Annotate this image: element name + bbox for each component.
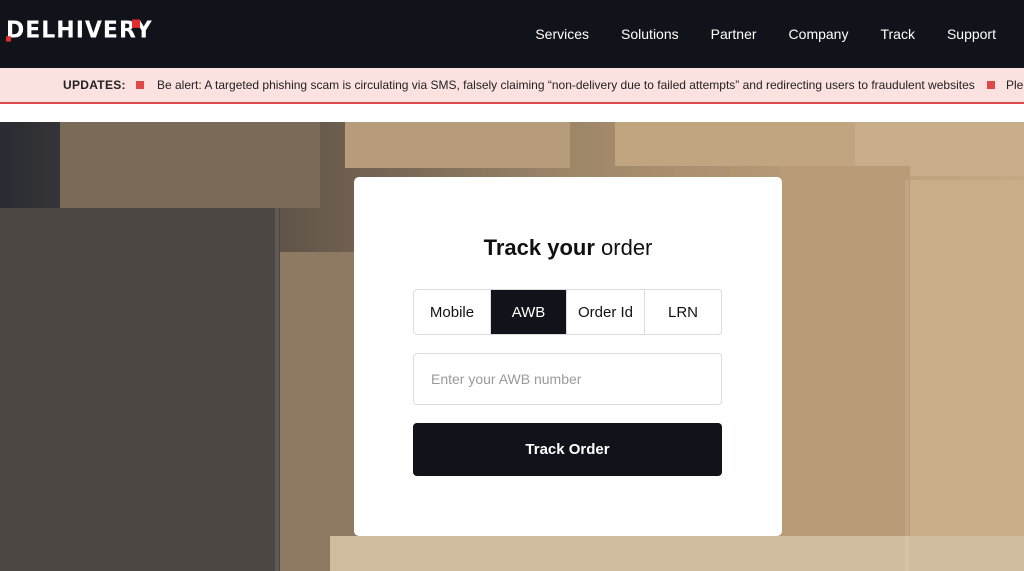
nav-partner[interactable]: Partner: [711, 26, 757, 42]
updates-label: UPDATES:: [63, 78, 126, 92]
ticker-bullet-icon: [136, 81, 144, 89]
site-header: DELHIVERY Services Solutions Partner Com…: [0, 0, 1024, 68]
cardboard-box-image: [280, 252, 360, 571]
nav-solutions[interactable]: Solutions: [621, 26, 679, 42]
logo-red-accent-small: [6, 36, 11, 42]
box-edge: [905, 180, 909, 571]
cardboard-box-image: [780, 166, 910, 571]
track-order-button[interactable]: Track Order: [413, 423, 722, 476]
ticker-bullet-icon: [987, 81, 995, 89]
tab-mobile[interactable]: Mobile: [414, 290, 491, 334]
card-title: Track your order: [354, 235, 782, 261]
updates-message-next[interactable]: Ple: [1006, 78, 1023, 92]
main-nav: Services Solutions Partner Company Track…: [503, 0, 996, 68]
cardboard-box-image: [330, 536, 1024, 571]
box-edge: [275, 208, 279, 571]
updates-message[interactable]: Be alert: A targeted phishing scam is ci…: [157, 78, 975, 92]
updates-ticker: UPDATES: Be alert: A targeted phishing s…: [0, 68, 1024, 104]
card-title-rest: order: [601, 235, 653, 260]
cardboard-box-image: [910, 180, 1024, 571]
cardboard-box-image: [345, 122, 570, 168]
card-title-bold: Track your: [483, 235, 595, 260]
spacer: [0, 104, 1024, 122]
track-order-card: Track your order Mobile AWB Order Id LRN…: [354, 177, 782, 536]
cardboard-box-image: [60, 122, 320, 208]
tab-awb[interactable]: AWB: [491, 290, 567, 334]
nav-company[interactable]: Company: [789, 26, 849, 42]
logo-text: DELHIVERY: [6, 17, 153, 44]
tracking-type-tabs: Mobile AWB Order Id LRN: [413, 289, 722, 335]
tab-order-id[interactable]: Order Id: [567, 290, 645, 334]
cardboard-box-image: [615, 122, 855, 166]
delhivery-logo[interactable]: DELHIVERY: [6, 17, 153, 44]
logo-red-accent: [132, 19, 140, 28]
nav-support[interactable]: Support: [947, 26, 996, 42]
awb-number-input[interactable]: [413, 353, 722, 405]
nav-track[interactable]: Track: [880, 26, 914, 42]
tab-lrn[interactable]: LRN: [645, 290, 721, 334]
cardboard-box-image: [0, 208, 280, 571]
nav-services[interactable]: Services: [535, 26, 589, 42]
